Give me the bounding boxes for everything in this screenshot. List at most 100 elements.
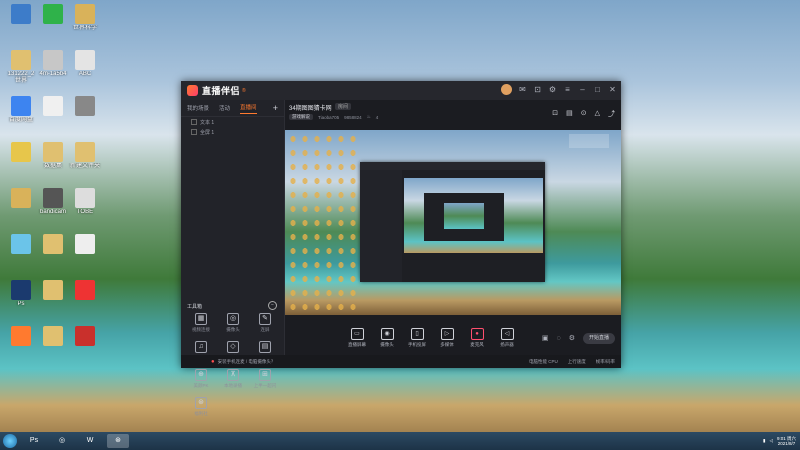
desktop-icon[interactable]: [4, 326, 38, 347]
start-button[interactable]: [3, 434, 17, 448]
desktop-icon[interactable]: [68, 326, 102, 347]
tool-icon: ▤: [259, 341, 271, 353]
left-tab[interactable]: 活动: [219, 104, 230, 112]
control-label: 麦克风: [470, 342, 484, 347]
tool-icon: ⊕: [195, 369, 207, 381]
tool-icon: ◇: [227, 341, 239, 353]
status-warning-text[interactable]: 安装手机连麦 / 电脑摄像头？: [218, 359, 276, 365]
tool-label: 本地录播: [224, 383, 242, 388]
checkbox-icon[interactable]: [191, 129, 197, 135]
live-preview[interactable]: [285, 130, 621, 315]
left-tab[interactable]: 直播间: [240, 103, 257, 114]
taskbar-app[interactable]: ◎: [51, 434, 73, 448]
network-icon[interactable]: ▮: [763, 438, 765, 444]
desktop-icon[interactable]: [36, 234, 70, 255]
tool-label: 福利社: [194, 411, 208, 416]
desktop-icon[interactable]: [4, 234, 38, 255]
desktop-icon[interactable]: TOBE: [68, 188, 102, 216]
control-button[interactable]: ◉ 摄像头: [372, 328, 402, 348]
tool-item[interactable]: ⊼ 本地录播: [217, 369, 249, 389]
category-button[interactable]: 游戏解说: [289, 114, 313, 120]
share-icon[interactable]: ⤴: [608, 109, 615, 119]
gift-icon[interactable]: ⊡: [533, 85, 542, 94]
room-id-text: Tiaoba705: [318, 114, 340, 120]
camera-icon[interactable]: ▣: [542, 334, 549, 342]
desktop-icon[interactable]: [68, 96, 102, 117]
settings-icon[interactable]: ⚙: [548, 85, 557, 94]
heat-icon: ♨: [366, 114, 371, 119]
desktop-icon[interactable]: 131222_2 世界: [4, 50, 38, 85]
desktop-icon[interactable]: 数据集: [36, 142, 70, 170]
tool-icon: ♫: [195, 341, 207, 353]
desktop-icon[interactable]: [4, 188, 38, 209]
settings-gear-icon[interactable]: ⚙: [569, 334, 575, 342]
desktop-icon[interactable]: [36, 326, 70, 347]
desktop-icon-label: Ps: [17, 301, 25, 307]
checkbox-icon[interactable]: [191, 119, 197, 125]
scene-item[interactable]: 文本 1: [181, 117, 284, 127]
desktop-icon[interactable]: [36, 4, 70, 25]
tool-item[interactable]: ⊞ 上半一超闪: [249, 369, 281, 389]
desktop-icon[interactable]: [36, 96, 70, 117]
user-avatar[interactable]: [501, 84, 512, 95]
taskbar-app[interactable]: W: [79, 434, 101, 448]
add-scene-icon[interactable]: +: [273, 103, 278, 113]
menu-icon[interactable]: ≡: [563, 85, 572, 94]
minimize-icon[interactable]: –: [578, 85, 587, 94]
tool-item[interactable]: ⊕ 美颜PK: [185, 369, 217, 389]
control-icon: ◉: [380, 328, 394, 340]
scene-item[interactable]: 全屏 1: [181, 127, 284, 137]
desktop-icon[interactable]: ABC: [68, 50, 102, 78]
bell-icon[interactable]: △: [595, 109, 600, 119]
desktop-icon[interactable]: [36, 280, 70, 301]
status-stat: 帧率/码率: [595, 358, 615, 364]
left-tab[interactable]: 我的场景: [187, 104, 209, 112]
preview-overlay: [569, 134, 609, 148]
volume-icon[interactable]: ◁: [770, 438, 773, 444]
scene-label: 全屏 1: [200, 129, 215, 136]
desktop-icon[interactable]: 世界科学: [68, 4, 102, 32]
tool-item[interactable]: ◎ 摄像头: [217, 313, 249, 333]
control-button[interactable]: ◁ 扬声器: [492, 328, 522, 348]
scene-tabs: 我的场景 活动 直播间 +: [181, 100, 284, 117]
desktop-icon[interactable]: bandicam: [36, 188, 70, 216]
room-tag[interactable]: 房间: [335, 103, 352, 110]
desktop-icon[interactable]: [68, 234, 102, 255]
desktop-icon[interactable]: 新建文件夹: [68, 142, 102, 170]
toolbox-more-icon[interactable]: −: [268, 301, 277, 310]
tool-item[interactable]: ▦ 视频连接: [185, 313, 217, 333]
control-button[interactable]: ▷ 多媒体: [432, 328, 462, 348]
desktop-icon-image: [43, 4, 63, 24]
tool-item[interactable]: ⊛ 福利社: [185, 397, 217, 417]
record-icon[interactable]: ▤: [566, 109, 573, 119]
control-button[interactable]: ▯ 手机投屏: [402, 328, 432, 348]
tool-icon: ▦: [195, 313, 207, 325]
control-label: 扬声器: [500, 342, 514, 347]
desktop-icon-image: [43, 50, 63, 70]
desktop-icon-image: [75, 234, 95, 254]
desktop-icon[interactable]: Ps: [4, 280, 38, 308]
lock-icon[interactable]: ⊙: [581, 109, 587, 119]
control-button[interactable]: ▭ 直播屏幕: [342, 328, 372, 348]
desktop-icon[interactable]: 4m-1a5b4: [36, 50, 70, 78]
close-icon[interactable]: ✕: [608, 85, 617, 94]
desktop-icon[interactable]: 百度网盘: [4, 96, 38, 124]
go-live-button[interactable]: 开始直播: [583, 332, 615, 344]
maximize-icon[interactable]: □: [593, 85, 602, 94]
desktop-icon[interactable]: [4, 142, 38, 163]
left-panel: 我的场景 活动 直播间 + 文本 1 全屏 1 工具箱 − ▦ 视频连接 ◎ 摄像头 ✎ 连屏 ♫…: [181, 100, 285, 416]
control-button[interactable]: ● 麦克风: [462, 328, 492, 348]
beauty-icon[interactable]: ◌: [557, 335, 561, 342]
taskbar-app[interactable]: ⊛: [107, 434, 129, 448]
room-number-text: 9858824: [344, 114, 362, 120]
desktop-icon[interactable]: [68, 280, 102, 301]
tool-item[interactable]: ✎ 连屏: [249, 313, 281, 333]
clock[interactable]: 9:01 周六 2021/8/7: [777, 436, 796, 446]
taskbar-app[interactable]: Ps: [23, 434, 45, 448]
message-icon[interactable]: ✉: [518, 85, 527, 94]
control-label: 多媒体: [440, 342, 454, 347]
desktop-icon-label: 世界科学: [72, 25, 97, 31]
desktop-icon[interactable]: [4, 4, 38, 25]
gift-panel-icon[interactable]: ⊡: [552, 109, 558, 119]
room-info: 34期图图猜卡网 房间 游戏解说 Tiaoba705 9858824 ♨ 4 ⊡…: [285, 100, 621, 124]
